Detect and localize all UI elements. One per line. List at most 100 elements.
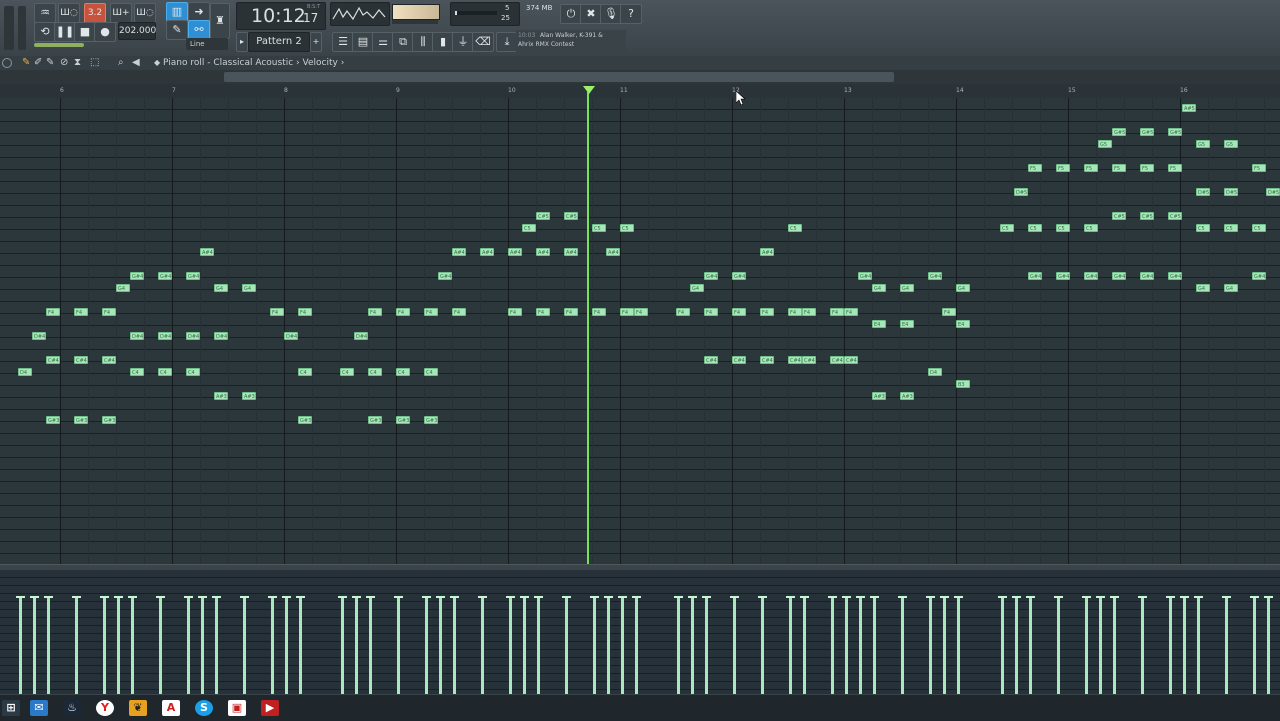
sliders-icon[interactable]: ⫼ [412,32,434,52]
velocity-bar[interactable] [1141,598,1144,694]
velocity-bar-cap[interactable] [282,596,291,598]
note[interactable]: C4 [186,368,200,376]
velocity-bar-cap[interactable] [1166,596,1175,598]
note[interactable]: F4 [844,308,858,316]
note[interactable]: G5 [1098,140,1112,148]
note[interactable]: G#4 [1140,272,1154,280]
velocity-bar-cap[interactable] [926,596,935,598]
velocity-bar-cap[interactable] [534,596,543,598]
tools-icon[interactable]: ⌫ [472,32,494,52]
note[interactable]: F4 [298,308,312,316]
note[interactable]: F4 [536,308,550,316]
velocity-bar-cap[interactable] [1110,596,1119,598]
velocity-bar-cap[interactable] [114,596,123,598]
velocity-bar-cap[interactable] [898,596,907,598]
note[interactable]: F4 [732,308,746,316]
velocity-bar-cap[interactable] [828,596,837,598]
velocity-bar[interactable] [635,598,638,694]
note[interactable]: C#4 [102,356,116,364]
velocity-bar-cap[interactable] [100,596,109,598]
velocity-bar[interactable] [761,598,764,694]
note[interactable]: C4 [368,368,382,376]
horizontal-scrollbar[interactable] [224,72,894,82]
pencil-tool-icon[interactable]: ✎ [22,57,30,68]
note[interactable]: G#4 [1168,272,1182,280]
velocity-bar[interactable] [859,598,862,694]
note[interactable]: G#3 [396,416,410,424]
note[interactable]: D#4 [354,332,368,340]
velocity-bar-cap[interactable] [758,596,767,598]
note[interactable]: F4 [760,308,774,316]
note[interactable]: G#3 [102,416,116,424]
velocity-bar-cap[interactable] [1194,596,1203,598]
velocity-bar-cap[interactable] [16,596,25,598]
note[interactable]: C#4 [704,356,718,364]
note-grid[interactable]: D4 D#4 F4 C#4 G#3 F4 C#4 G#3 F4 C#4 G#3 G4 G#4 D#4 C4 G… [0,98,1280,564]
note[interactable]: F4 [564,308,578,316]
velocity-bar[interactable] [565,598,568,694]
note[interactable]: C5 [1056,224,1070,232]
note[interactable]: F4 [452,308,466,316]
note[interactable]: E4 [900,320,914,328]
note[interactable]: F4 [74,308,88,316]
note[interactable]: G#4 [130,272,144,280]
note[interactable]: F4 [620,308,634,316]
playback-tool-icon[interactable]: ◀ [132,57,140,68]
note[interactable]: G#4 [1056,272,1070,280]
note[interactable]: C5 [1000,224,1014,232]
velocity-bar[interactable] [1225,598,1228,694]
note[interactable]: C#5 [564,212,578,220]
velocity-bar[interactable] [1085,598,1088,694]
velocity-bar[interactable] [201,598,204,694]
channel-rack-icon[interactable]: ⚌ [372,32,394,52]
note[interactable]: G#3 [298,416,312,424]
velocity-bar-cap[interactable] [590,596,599,598]
velocity-bar[interactable] [593,598,596,694]
select-tool-icon[interactable]: ⬚ [90,57,99,68]
velocity-bar[interactable] [1197,598,1200,694]
note[interactable]: A#4 [564,248,578,256]
note[interactable]: C4 [130,368,144,376]
stop-button[interactable]: ■ [74,22,96,42]
note[interactable]: C4 [158,368,172,376]
note[interactable]: F5 [1140,164,1154,172]
cpu-refresh-icon[interactable]: ⏻ [560,4,582,24]
velocity-bar-cap[interactable] [240,596,249,598]
velocity-bar[interactable] [19,598,22,694]
note[interactable]: A#4 [452,248,466,256]
note[interactable]: G#4 [858,272,872,280]
note[interactable]: C5 [1252,224,1266,232]
note[interactable]: D#5 [1224,188,1238,196]
note[interactable]: A#3 [214,392,228,400]
note[interactable]: G#4 [1028,272,1042,280]
note[interactable]: C#5 [1140,212,1154,220]
velocity-bar-cap[interactable] [212,596,221,598]
velocity-bar[interactable] [705,598,708,694]
note[interactable]: G4 [116,284,130,292]
velocity-bar-cap[interactable] [338,596,347,598]
velocity-bar-cap[interactable] [520,596,529,598]
zoom-tool-icon[interactable]: ⌕ [118,57,124,68]
velocity-bar-cap[interactable] [436,596,445,598]
note[interactable]: F4 [508,308,522,316]
note[interactable]: E4 [956,320,970,328]
velocity-bar-cap[interactable] [478,596,487,598]
pat-button[interactable]: Ш◌ [58,3,80,23]
velocity-bar-cap[interactable] [394,596,403,598]
velocity-bar-cap[interactable] [954,596,963,598]
note[interactable]: F5 [1112,164,1126,172]
note[interactable]: G#5 [1140,128,1154,136]
note[interactable]: C5 [788,224,802,232]
velocity-bar-cap[interactable] [72,596,81,598]
song-button[interactable]: Ш◌ [134,3,156,23]
velocity-bar-cap[interactable] [1096,596,1105,598]
note[interactable]: C#5 [1168,212,1182,220]
velocity-bar-cap[interactable] [1012,596,1021,598]
note[interactable]: G#4 [704,272,718,280]
note[interactable]: F4 [676,308,690,316]
velocity-bar[interactable] [1113,598,1116,694]
velocity-bar-cap[interactable] [786,596,795,598]
note[interactable]: A#4 [606,248,620,256]
note[interactable]: G#3 [368,416,382,424]
velocity-bar-cap[interactable] [352,596,361,598]
